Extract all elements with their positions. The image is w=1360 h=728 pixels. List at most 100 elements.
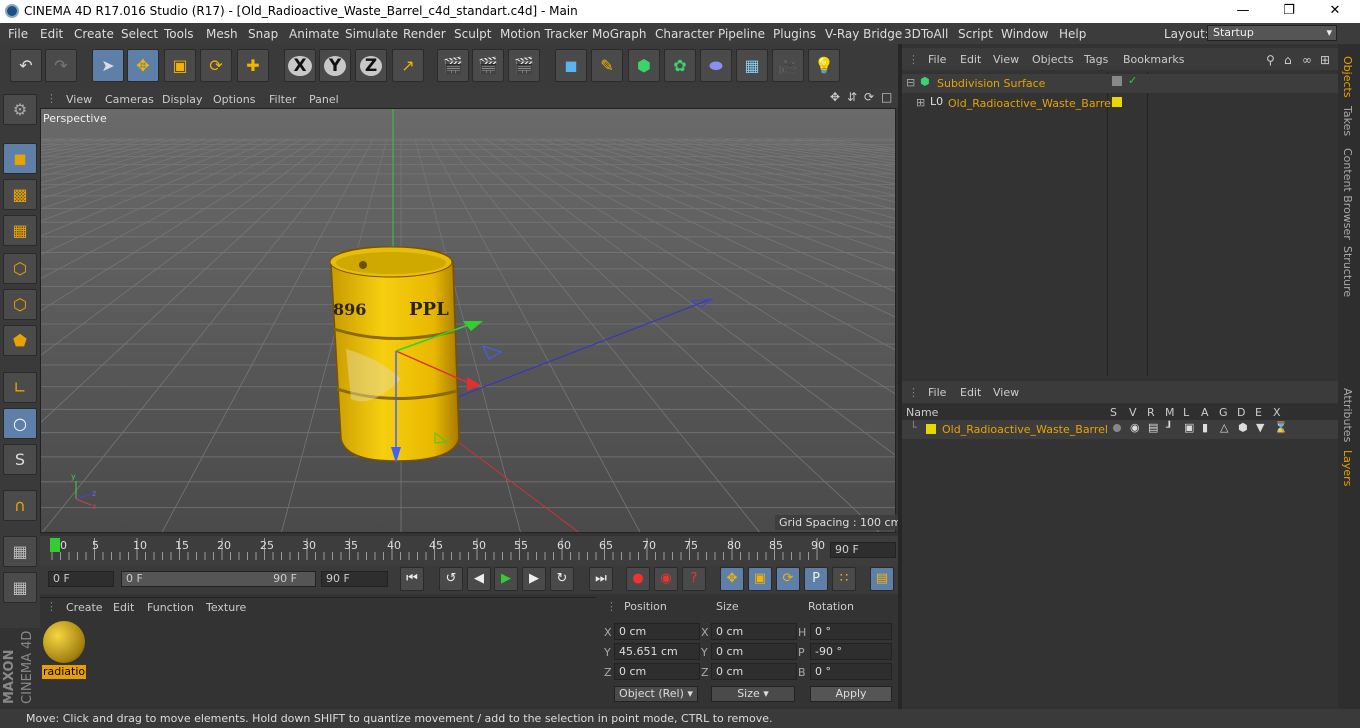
material-menu-function[interactable]: Function — [147, 601, 194, 614]
texture-mode-button[interactable]: ▩ — [3, 179, 37, 210]
viewport-menu-filter[interactable]: Filter — [269, 93, 296, 106]
minimize-button[interactable]: — — [1220, 0, 1266, 23]
end-frame-field[interactable]: 90 F — [321, 571, 388, 587]
deformer-icon[interactable]: ⬢ — [1238, 421, 1248, 434]
object-menu-file[interactable]: File — [928, 53, 946, 66]
tab-objects[interactable]: Objects — [1341, 56, 1354, 98]
layer-flag-locked[interactable]: L — [1183, 406, 1189, 419]
menu-create[interactable]: Create — [74, 27, 114, 41]
viewport-menu-display[interactable]: Display — [162, 93, 203, 106]
viewport-maximize-icon[interactable]: □ — [881, 90, 892, 104]
add-camera-button[interactable]: 🎥 — [772, 49, 804, 82]
next-key-button[interactable]: ↻ — [550, 567, 574, 591]
object-menu-view[interactable]: View — [993, 53, 1019, 66]
record-parameter-button[interactable]: P — [804, 567, 828, 591]
autokey-button[interactable]: ◉ — [654, 567, 678, 591]
add-floor-button[interactable]: ▦ — [736, 49, 768, 82]
record-rotation-button[interactable]: ⟳ — [776, 567, 800, 591]
snap-button[interactable]: ∩ — [3, 490, 37, 521]
close-button[interactable]: ✕ — [1312, 0, 1358, 23]
menu-3dtoall[interactable]: 3DToAll — [904, 27, 948, 41]
axis-mode-button[interactable]: ∟ — [3, 372, 37, 403]
add-deformer-button[interactable]: ⬬ — [700, 49, 732, 82]
maximize-button[interactable]: ❐ — [1266, 0, 1312, 23]
material-name[interactable]: radiatio — [42, 665, 86, 679]
material-menu-edit[interactable]: Edit — [113, 601, 134, 614]
menu-vray-bridge[interactable]: V-Ray Bridge — [825, 27, 902, 41]
timeline-window-button[interactable]: ▤ — [870, 567, 894, 591]
menu-plugins[interactable]: Plugins — [773, 27, 816, 41]
new-panel-icon[interactable]: ⊞ — [1320, 53, 1330, 67]
rotation-p-field[interactable]: -90 ° — [810, 643, 892, 660]
playhead-marker[interactable] — [50, 538, 60, 552]
expand-icon[interactable]: ⊞ — [916, 96, 925, 109]
render-picture-viewer-button[interactable]: 🎬 — [472, 49, 504, 82]
object-menu-objects[interactable]: Objects — [1032, 53, 1074, 66]
menu-pipeline[interactable]: Pipeline — [718, 27, 765, 41]
viewport-menu-options[interactable]: Options — [213, 93, 255, 106]
go-to-end-button[interactable]: ⏭ — [589, 567, 613, 591]
layer-menu-file[interactable]: File — [928, 386, 946, 399]
size-x-field[interactable]: 0 cm — [711, 623, 797, 640]
tab-takes[interactable]: Takes — [1341, 106, 1354, 136]
z-axis-button[interactable]: Z — [355, 49, 387, 82]
position-y-field[interactable]: 45.651 cm — [614, 643, 700, 660]
rotate-tool-button[interactable]: ⟳ — [200, 49, 232, 82]
viewport-pan-icon[interactable]: ✥ — [830, 90, 840, 104]
scale-tool-button[interactable]: ▣ — [164, 49, 196, 82]
undo-button[interactable]: ↶ — [10, 49, 42, 82]
render-settings-button[interactable]: 🎬 — [508, 49, 540, 82]
add-spline-button[interactable]: ✎ — [591, 49, 623, 82]
viewport-rotate-icon[interactable]: ⟳ — [864, 90, 874, 104]
go-to-start-button[interactable]: ⏮ — [400, 567, 424, 591]
recent-tool-button[interactable]: ✚ — [237, 49, 269, 82]
menu-simulate[interactable]: Simulate — [345, 27, 398, 41]
next-frame-button[interactable]: ▶ — [522, 567, 546, 591]
perspective-viewport[interactable]: 896 PPL y z x — [40, 108, 896, 533]
apply-button[interactable]: Apply — [810, 686, 892, 702]
tab-content-browser[interactable]: Content Browser — [1341, 148, 1354, 240]
previous-frame-button[interactable]: ◀ — [467, 567, 491, 591]
material-menu-texture[interactable]: Texture — [206, 601, 246, 614]
add-cube-button[interactable]: ◼ — [555, 49, 587, 82]
layer-flag-manager[interactable]: M — [1165, 406, 1175, 419]
navigate-icon[interactable]: ∞ — [1302, 53, 1312, 67]
barrel-model[interactable]: 896 PPL — [329, 246, 460, 462]
layer-menu-edit[interactable]: Edit — [960, 386, 981, 399]
coordinate-mode-select[interactable]: Object (Rel) ▾ — [614, 686, 698, 702]
material-menu-create[interactable]: Create — [66, 601, 103, 614]
object-row[interactable]: ⊟ ⬢ Subdivision Surface ✓ — [902, 74, 1338, 93]
menu-script[interactable]: Script — [958, 27, 993, 41]
planar-workplane-button[interactable]: ▦ — [3, 572, 37, 603]
viewport-menu-panel[interactable]: Panel — [309, 93, 339, 106]
move-tool-button[interactable]: ✥ — [127, 49, 159, 82]
menu-help[interactable]: Help — [1059, 27, 1086, 41]
search-icon[interactable]: ⚲ — [1266, 53, 1275, 67]
check-icon[interactable]: ✓ — [1128, 74, 1137, 87]
layer-color-swatch[interactable] — [926, 424, 936, 434]
menu-character[interactable]: Character — [655, 27, 714, 41]
layer-flag-render[interactable]: R — [1147, 406, 1155, 419]
live-selection-button[interactable]: ➤ — [92, 49, 124, 82]
collapse-icon[interactable]: ⊟ — [906, 76, 915, 89]
xref-icon[interactable]: ⌛ — [1274, 421, 1288, 434]
object-row[interactable]: ⊞ L0 Old_Radioactive_Waste_Barrel — [902, 94, 1338, 113]
current-frame-field[interactable]: 90 F — [830, 542, 896, 558]
y-axis-button[interactable]: Y — [319, 49, 351, 82]
size-y-field[interactable]: 0 cm — [711, 643, 797, 660]
clapper-icon[interactable]: ▤ — [1148, 421, 1158, 434]
tweak-mode-button[interactable]: ○ — [3, 408, 37, 439]
manager-icon[interactable]: ┚ — [1166, 421, 1173, 434]
record-position-button[interactable]: ✥ — [720, 567, 744, 591]
add-subdivision-button[interactable]: ⬢ — [628, 49, 660, 82]
workplane-mode-button[interactable]: ▦ — [3, 215, 37, 246]
position-x-field[interactable]: 0 cm — [614, 623, 700, 640]
viewport-menu-view[interactable]: View — [66, 93, 92, 106]
visibility-toggle[interactable] — [1112, 76, 1122, 86]
eye-icon[interactable]: ◉ — [1130, 421, 1140, 434]
menu-mesh[interactable]: Mesh — [206, 27, 238, 41]
viewport-zoom-icon[interactable]: ⇵ — [847, 90, 857, 104]
menu-sculpt[interactable]: Sculpt — [454, 27, 491, 41]
add-array-button[interactable]: ✿ — [664, 49, 696, 82]
layer-color-swatch[interactable] — [1112, 97, 1122, 107]
